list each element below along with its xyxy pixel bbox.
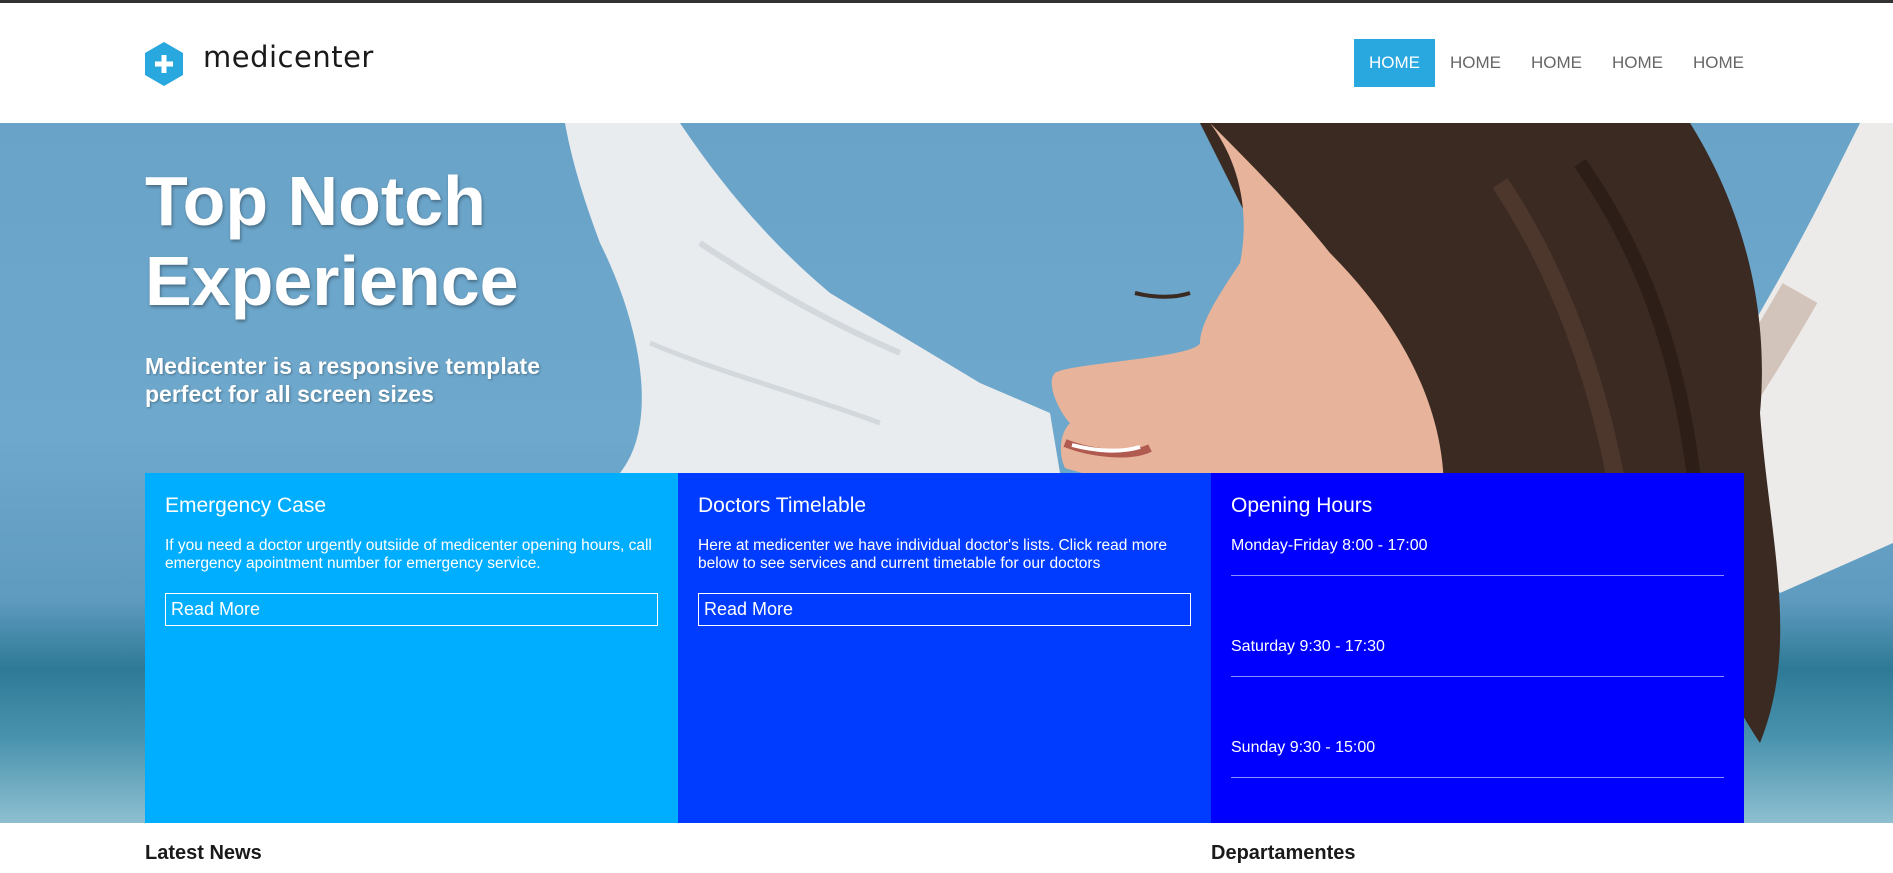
hero-title-line-2: Experience bbox=[145, 242, 519, 320]
latest-news-heading: Latest News bbox=[145, 842, 262, 864]
hero-subtitle: Medicenter is a responsive template perf… bbox=[145, 353, 540, 407]
hero-title-line-1: Top Notch bbox=[145, 162, 486, 240]
nav-item-home-2[interactable]: HOME bbox=[1435, 39, 1516, 87]
emergency-case-title: Emergency Case bbox=[165, 494, 327, 517]
emergency-read-more-button[interactable]: Read More bbox=[165, 593, 658, 626]
opening-hours-box: Opening Hours Monday-Friday 8:00 - 17:00… bbox=[1211, 473, 1744, 823]
info-boxes: Emergency Case If you need a doctor urge… bbox=[145, 473, 1744, 823]
site-header: medicenter HOME HOME HOME HOME HOME bbox=[0, 3, 1893, 123]
departments-heading: Departamentes bbox=[1211, 842, 1356, 864]
nav-item-home-4[interactable]: HOME bbox=[1597, 39, 1678, 87]
hero-title: Top Notch Experience bbox=[145, 161, 519, 321]
doctors-timetable-text: Here at medicenter we have individual do… bbox=[698, 537, 1168, 572]
doctors-timetable-box: Doctors Timelable Here at medicenter we … bbox=[678, 473, 1211, 823]
nav-item-home-active[interactable]: HOME bbox=[1354, 39, 1435, 87]
emergency-case-text: If you need a doctor urgently outsiide o… bbox=[165, 537, 652, 572]
brand-name: medicenter bbox=[203, 40, 374, 74]
doctors-read-more-button[interactable]: Read More bbox=[698, 593, 1191, 626]
main-nav: HOME HOME HOME HOME HOME bbox=[1354, 39, 1759, 87]
nav-item-home-3[interactable]: HOME bbox=[1516, 39, 1597, 87]
opening-hours-title: Opening Hours bbox=[1231, 494, 1373, 517]
nav-item-home-5[interactable]: HOME bbox=[1678, 39, 1759, 87]
hours-row-weekdays: Monday-Friday 8:00 - 17:00 bbox=[1231, 537, 1724, 576]
emergency-case-box: Emergency Case If you need a doctor urge… bbox=[145, 473, 678, 823]
doctors-timetable-title: Doctors Timelable bbox=[698, 494, 867, 517]
hours-row-saturday: Saturday 9:30 - 17:30 bbox=[1231, 638, 1724, 677]
medical-cross-logo-icon bbox=[145, 42, 183, 86]
hours-row-sunday: Sunday 9:30 - 15:00 bbox=[1231, 739, 1724, 778]
logo[interactable]: medicenter bbox=[145, 39, 374, 89]
opening-hours-list: Monday-Friday 8:00 - 17:00 Saturday 9:30… bbox=[1231, 537, 1724, 778]
